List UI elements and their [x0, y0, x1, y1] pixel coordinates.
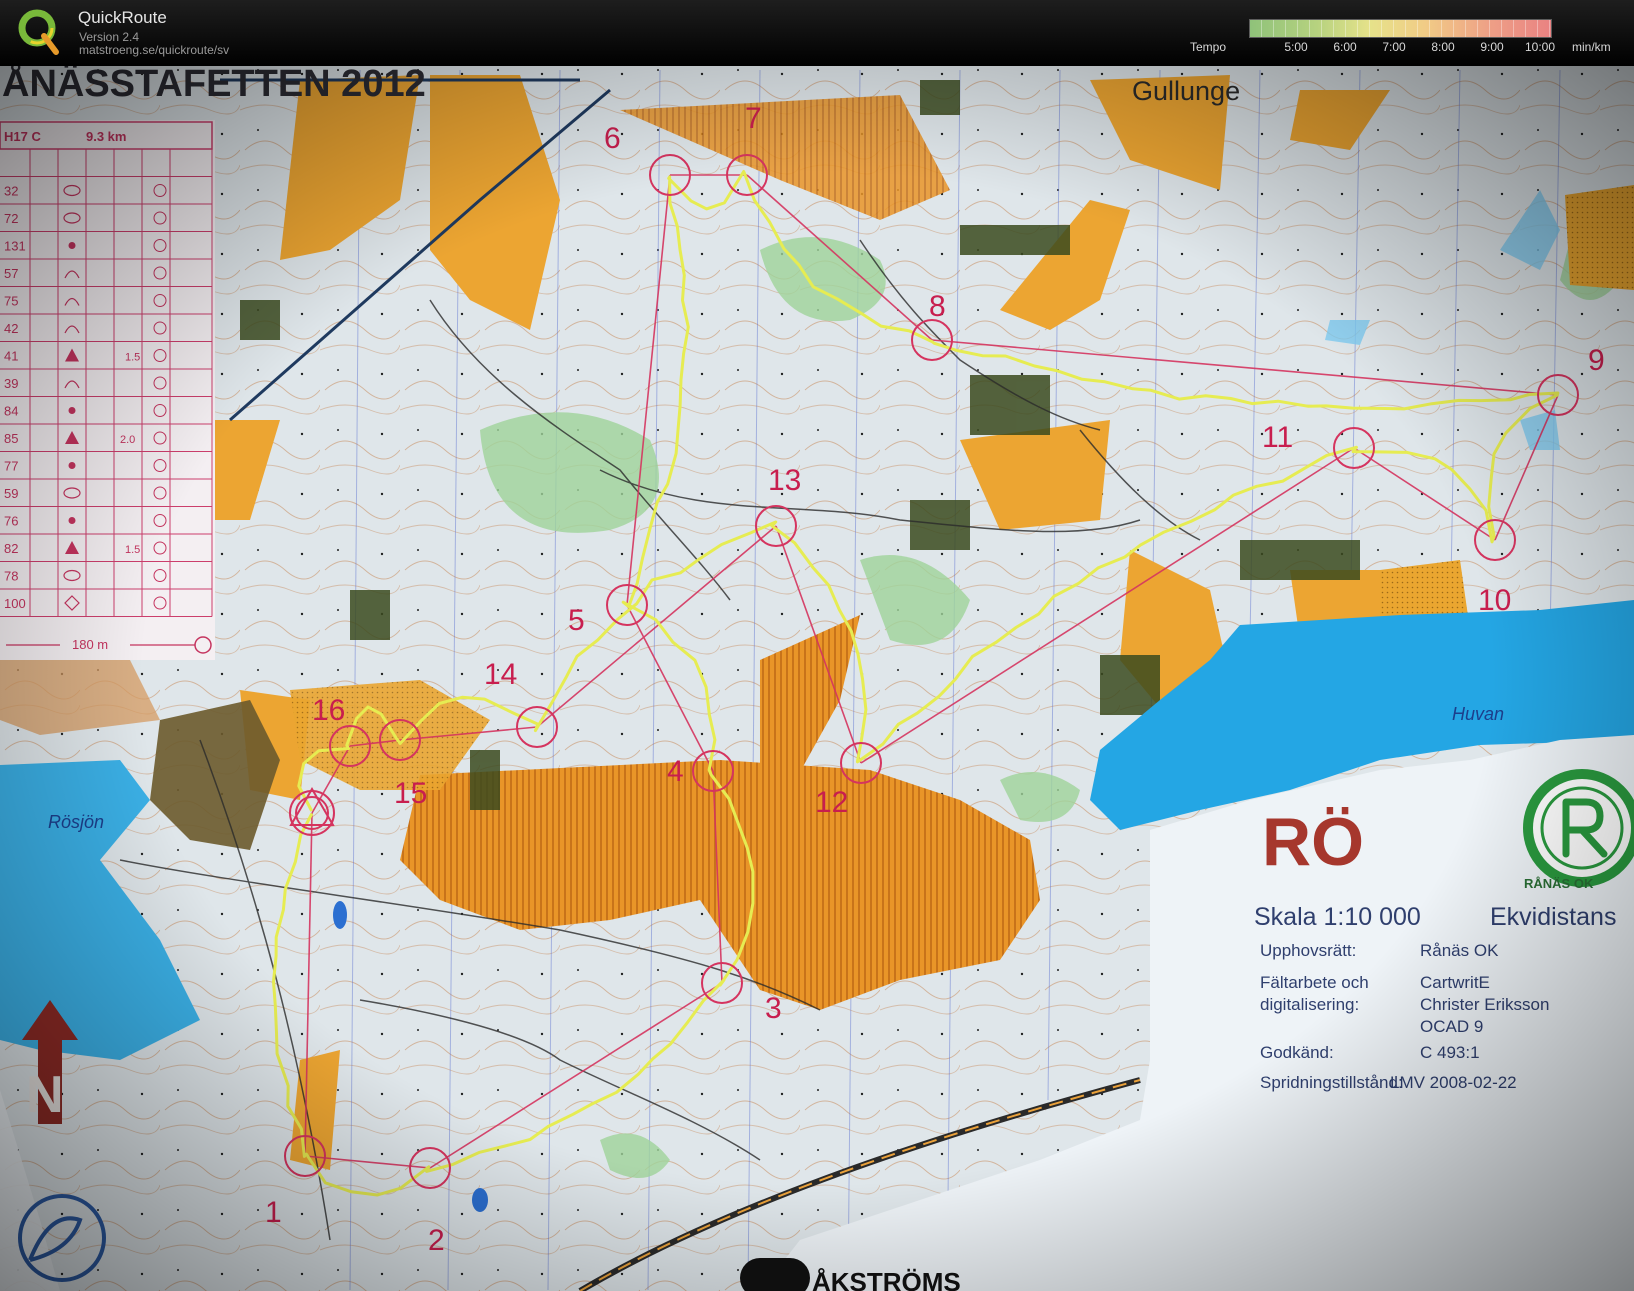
club-code: RÖ [1262, 804, 1364, 880]
app-title: QuickRoute [78, 8, 167, 27]
credit-value: Christer Eriksson [1420, 995, 1549, 1014]
tempo-tick: 7:00 [1382, 40, 1406, 54]
control-number: 2 [428, 1224, 445, 1257]
credit-value: CartwritE [1420, 973, 1490, 992]
place-name-huvan: Huvan [1452, 704, 1504, 724]
tempo-tick: 10:00 [1524, 40, 1556, 54]
place-name-gullunge: Gullunge [1132, 76, 1240, 106]
tempo-tick: 9:00 [1480, 40, 1504, 54]
sheet-control-code: 39 [4, 376, 18, 391]
finish-distance: 180 m [72, 637, 108, 652]
orienteering-map: 12345678910111213141516 Gullunge Rösjön … [0, 66, 1634, 1291]
sheet-class: H17 C [4, 129, 41, 144]
app-url[interactable]: matstroeng.se/quickroute/sv [79, 43, 229, 57]
map-canvas[interactable]: 1 2 3 4 5 6 7 8 9 10 11 12 13 14 15 16 Gullunge Rösjön … [0, 66, 1634, 1291]
control-number: 4 [667, 755, 684, 788]
contour-interval: Ekvidistans [1490, 903, 1616, 931]
credit-label: Godkänd: [1260, 1043, 1334, 1062]
sheet-control-code: 57 [4, 266, 18, 281]
north-letter: N [26, 1066, 64, 1124]
sheet-length: 9.3 km [86, 129, 126, 144]
sheet-control-code: 76 [4, 514, 18, 529]
sheet-control-code: 100 [4, 596, 26, 611]
tempo-color-scale [1249, 19, 1552, 38]
credit-label: digitalisering: [1260, 995, 1359, 1014]
control-number: 10 [1478, 584, 1511, 617]
sheet-control-code: 59 [4, 486, 18, 501]
control-description-sheet: H17 C 9.3 km 32 72 131 57 75 42 41 1.5 39 84 85 2.0… [0, 120, 215, 660]
quickroute-logo-icon [18, 9, 59, 55]
sheet-control-code: 32 [4, 184, 18, 199]
control-number: 15 [394, 777, 427, 810]
app-version: Version 2.4 [79, 30, 140, 44]
control-number: 6 [604, 122, 621, 155]
tempo-unit: min/km [1572, 40, 1611, 54]
sheet-control-code: 42 [4, 321, 18, 336]
control-number: 13 [768, 464, 801, 497]
control-number: 7 [745, 102, 762, 135]
sheet-control-code: 78 [4, 569, 18, 584]
sheet-control-code: 85 [4, 431, 18, 446]
control-number: 16 [312, 694, 345, 727]
sheet-dimension: 2.0 [120, 434, 135, 446]
credit-label: Fältarbete och [1260, 973, 1369, 992]
tempo-label: Tempo [1190, 40, 1227, 54]
control-number: 14 [484, 658, 517, 691]
tempo-tick: 6:00 [1333, 40, 1357, 54]
credit-value: Rånäs OK [1420, 941, 1499, 960]
control-number: 3 [765, 992, 782, 1025]
control-number: 1 [265, 1196, 282, 1229]
control-number: 5 [568, 604, 585, 637]
map-scale: Skala 1:10 000 [1254, 903, 1421, 931]
credit-label: Upphovsrätt: [1260, 941, 1356, 960]
control-number: 8 [929, 290, 946, 323]
sheet-control-code: 84 [4, 404, 18, 419]
sheet-dimension: 1.5 [125, 544, 140, 556]
sheet-control-code: 75 [4, 294, 18, 309]
sheet-control-code: 41 [4, 349, 18, 364]
sheet-control-code: 82 [4, 541, 18, 556]
event-title: ÅNÄSSTAFETTEN 2012 [2, 66, 426, 105]
control-number: 9 [1588, 344, 1605, 377]
credit-label: Spridningstillstånd: [1260, 1073, 1403, 1092]
credit-value: LMV 2008-02-22 [1390, 1073, 1517, 1092]
credit-value: OCAD 9 [1420, 1017, 1483, 1036]
tempo-tick: 8:00 [1431, 40, 1455, 54]
credit-value: C 493:1 [1420, 1043, 1480, 1062]
control-number: 12 [815, 786, 848, 819]
sheet-control-code: 77 [4, 459, 18, 474]
quickroute-window: QuickRoute Version 2.4 matstroeng.se/qui… [0, 0, 1634, 1291]
club-ring-text: RÅNÄS OK [1524, 876, 1594, 891]
control-number: 11 [1262, 421, 1293, 454]
sponsor-name: ÅKSTRÖMS [812, 1267, 961, 1291]
place-name-rosjon: Rösjön [48, 812, 104, 832]
sheet-control-code: 131 [4, 239, 26, 254]
sheet-control-code: 72 [4, 211, 18, 226]
header-bar: QuickRoute Version 2.4 matstroeng.se/qui… [0, 0, 1634, 67]
sheet-dimension: 1.5 [125, 352, 140, 364]
tempo-tick: 5:00 [1284, 40, 1308, 54]
